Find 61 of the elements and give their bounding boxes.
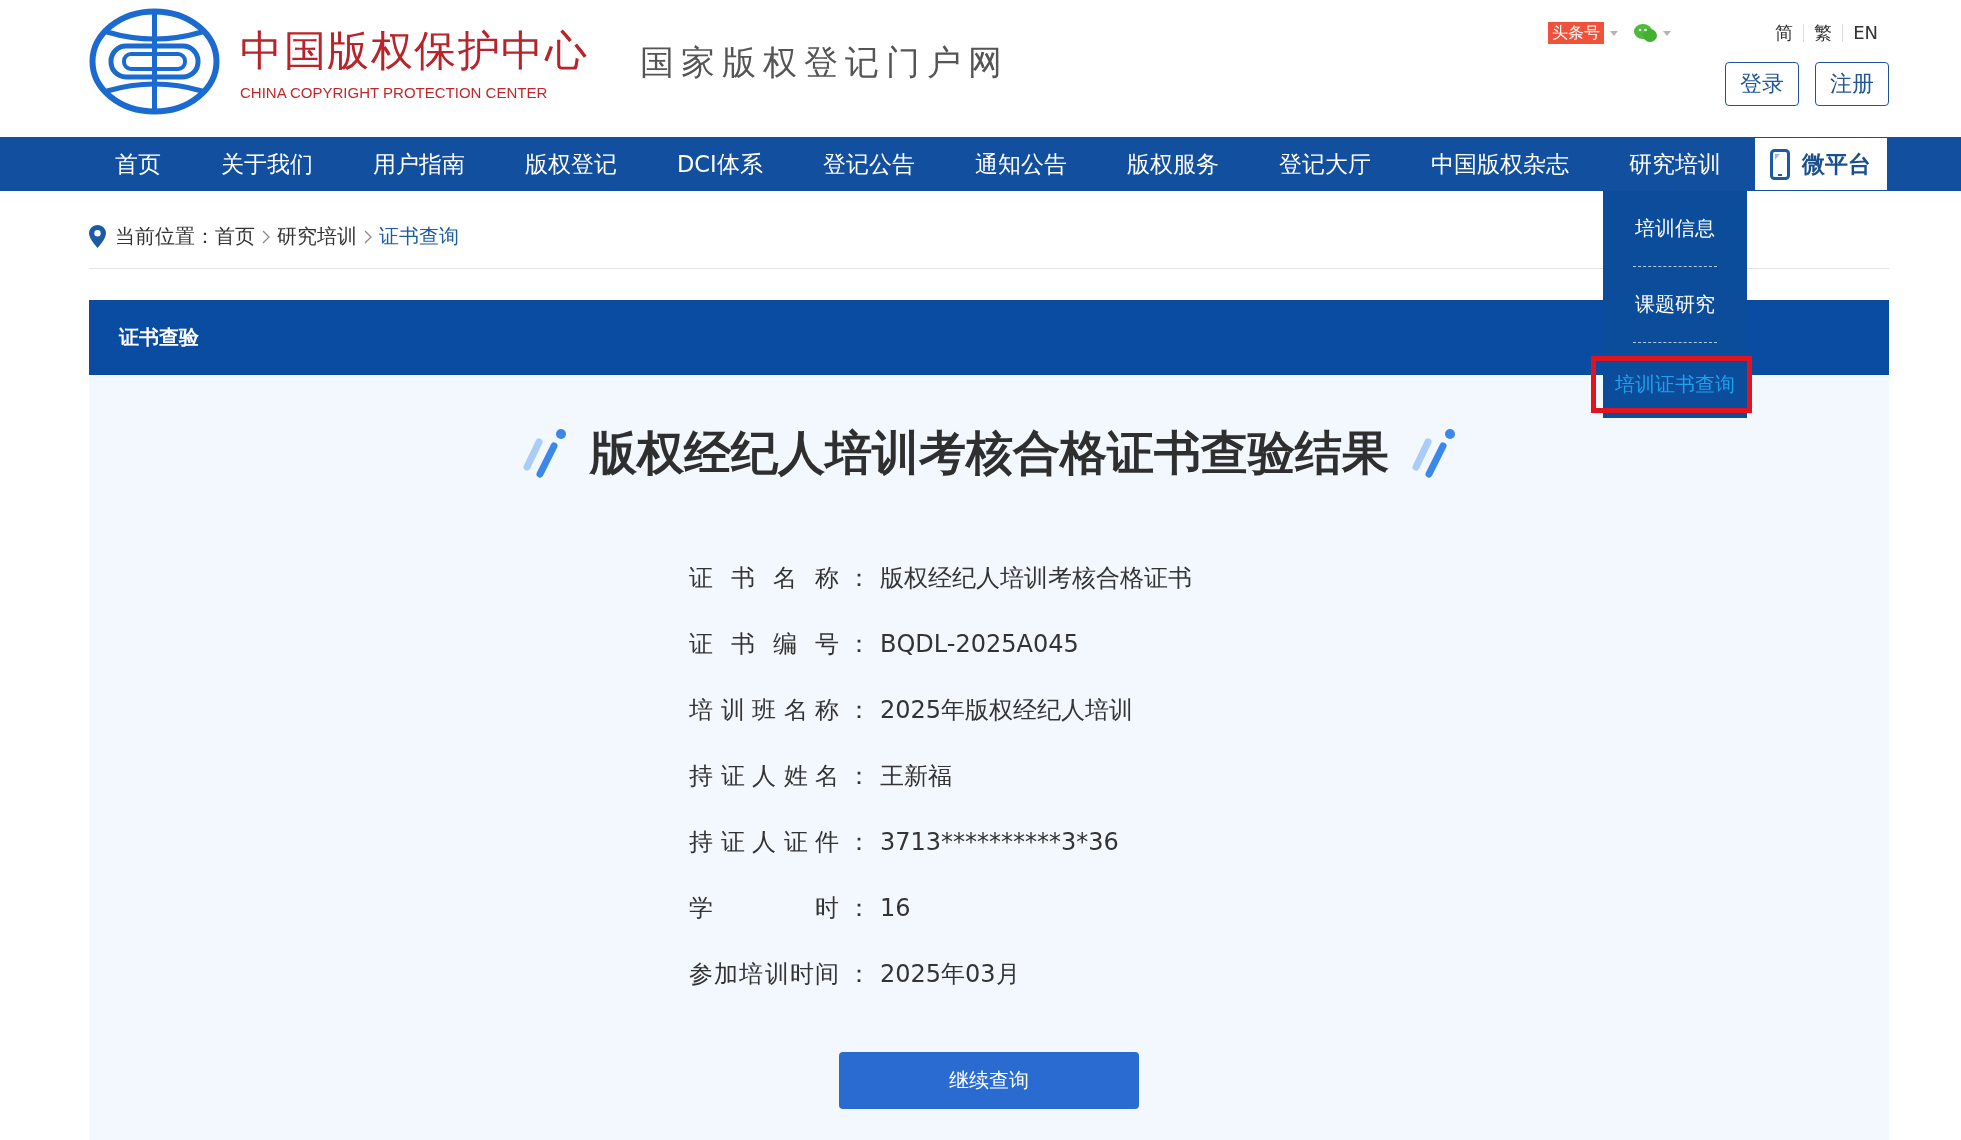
nav-item[interactable]: 通知公告 (948, 137, 1093, 191)
nav-item[interactable]: 关于我们 (195, 137, 339, 191)
breadcrumb-link[interactable]: 证书查询 (379, 223, 459, 250)
field-label: 参加培训时间 (689, 959, 839, 990)
language-link[interactable]: 简 (1775, 22, 1794, 44)
field-value: 2025年03月 (880, 959, 1020, 990)
field-value: 2025年版权经纪人培训 (880, 695, 1134, 726)
logo-subtitle: CHINA COPYRIGHT PROTECTION CENTER (240, 83, 549, 102)
field-value: BQDL-2025A045 (880, 630, 1079, 658)
dropdown-item[interactable]: 课题研究 (1602, 267, 1747, 342)
field-colon: ： (847, 827, 871, 858)
nav-item[interactable]: 用户指南 (347, 137, 491, 191)
caret-down-icon (1610, 30, 1619, 36)
nav-item[interactable]: 登记公告 (796, 137, 941, 191)
field-colon: ： (847, 959, 871, 990)
field-value: 16 (880, 894, 911, 922)
field-colon: ： (847, 893, 871, 924)
account-button[interactable]: 登录 (1725, 62, 1799, 106)
location-pin-icon (89, 225, 106, 248)
nav-item[interactable]: 中国版权杂志 (1404, 137, 1595, 191)
nav-item[interactable]: 首页 (89, 137, 187, 191)
breadcrumb-label: 当前位置： (115, 223, 215, 250)
continue-query-button[interactable]: 继续查询 (839, 1052, 1139, 1109)
field-value: 王新福 (880, 761, 952, 792)
nav-item[interactable]: 研究培训 (1602, 137, 1747, 191)
language-link[interactable]: 繁 (1814, 22, 1833, 44)
field-label: 持证人证件 (689, 827, 839, 858)
double-stroke-icon (521, 427, 568, 479)
field-label: 证书编号 (689, 629, 839, 660)
double-stroke-icon (1410, 427, 1457, 479)
field-label: 学时 (689, 893, 839, 924)
field-colon: ： (847, 695, 871, 726)
field-colon: ： (847, 563, 871, 594)
nav-item[interactable]: 版权登记 (499, 137, 643, 191)
chevron-right-icon (364, 229, 372, 244)
account-button[interactable]: 注册 (1815, 62, 1889, 106)
nav-item[interactable]: 版权服务 (1100, 137, 1245, 191)
field-colon: ： (847, 761, 871, 792)
caret-down-icon (1663, 30, 1672, 36)
language-link[interactable]: EN (1853, 22, 1878, 44)
logo-icon (89, 8, 220, 115)
dropdown-item[interactable]: 培训信息 (1602, 191, 1747, 266)
portal-name: 国家版权登记门户网 (640, 41, 1009, 82)
field-value: 3713**********3*36 (880, 828, 1119, 856)
logo-title: 中国版权保护中心 (240, 25, 588, 76)
result-title: 版权经纪人培训考核合格证书查验结果 (589, 424, 1389, 482)
breadcrumb-link[interactable]: 首页 (215, 223, 255, 250)
headline-badge[interactable]: 头条号 (1548, 22, 1605, 44)
field-colon: ： (847, 629, 871, 660)
phone-icon (1770, 148, 1791, 180)
chat-bubbles-icon[interactable] (1634, 24, 1658, 42)
field-label: 培训班名称 (689, 695, 839, 726)
nav-item[interactable]: DCI体系 (651, 137, 789, 191)
field-label: 证书名称 (689, 563, 839, 594)
mobile-platform-button[interactable]: 微平台 (1754, 138, 1887, 190)
breadcrumb-link[interactable]: 研究培训 (277, 223, 357, 250)
field-value: 版权经纪人培训考核合格证书 (880, 563, 1192, 594)
section-title: 证书查验 (119, 324, 199, 351)
chevron-right-icon (262, 229, 270, 244)
field-label: 持证人姓名 (689, 761, 839, 792)
nav-item[interactable]: 登记大厅 (1252, 137, 1397, 191)
